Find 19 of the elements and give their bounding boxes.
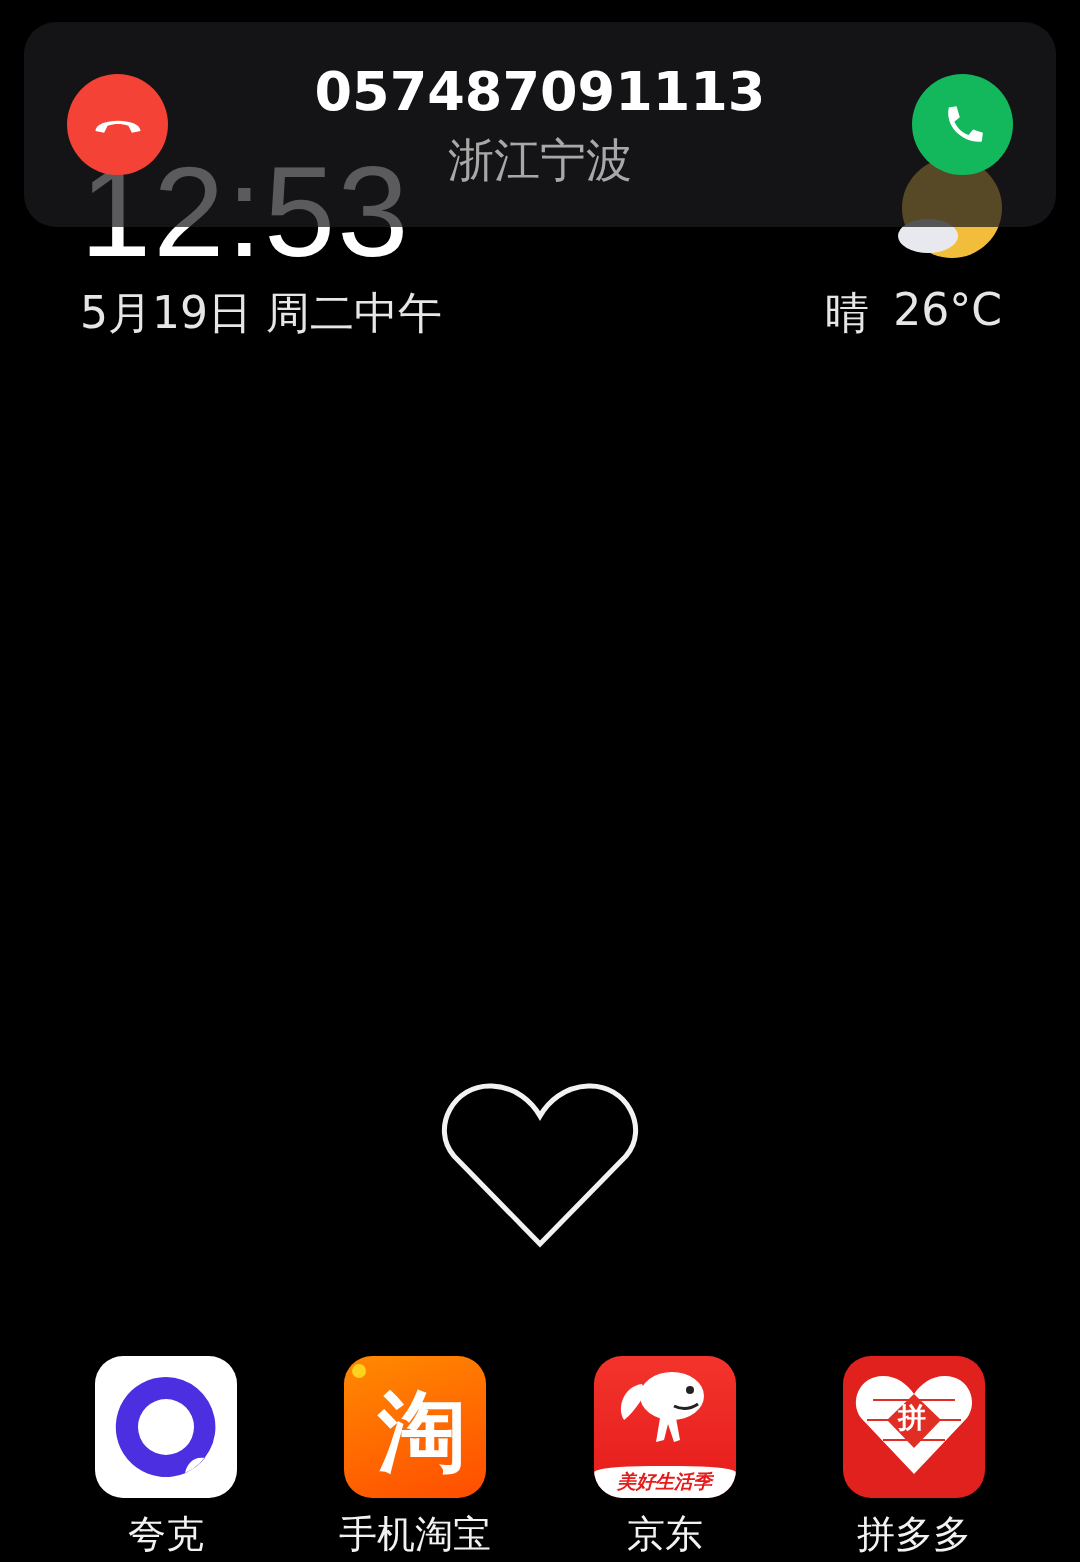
logo-character: 淘 bbox=[378, 1388, 467, 1476]
date-text: 5月19日 周二中午 bbox=[80, 286, 442, 340]
caller-location: 浙江宁波 bbox=[448, 131, 632, 189]
dot-icon bbox=[352, 1364, 367, 1378]
logo-slogan: 美好生活季 bbox=[617, 1469, 713, 1494]
app-icon[interactable]: 拼 bbox=[843, 1356, 985, 1498]
heart-icon bbox=[440, 1082, 640, 1248]
app-label: 夸克 bbox=[128, 1512, 204, 1556]
app-label: 京东 bbox=[626, 1512, 703, 1556]
app-icon[interactable]: 淘 bbox=[344, 1356, 487, 1498]
weather-condition: 晴 bbox=[825, 286, 870, 340]
clock-time: 12:53 bbox=[80, 148, 411, 276]
app-label: 手机淘宝 bbox=[339, 1512, 492, 1556]
caller-number: 057487091113 bbox=[314, 59, 766, 124]
logo-character: 拼 bbox=[898, 1404, 926, 1432]
app-label: 拼多多 bbox=[857, 1512, 971, 1556]
temperature: 26°C bbox=[893, 284, 1002, 337]
app-icon[interactable]: 美好生活季 bbox=[593, 1356, 736, 1498]
app-icon[interactable] bbox=[95, 1356, 237, 1498]
